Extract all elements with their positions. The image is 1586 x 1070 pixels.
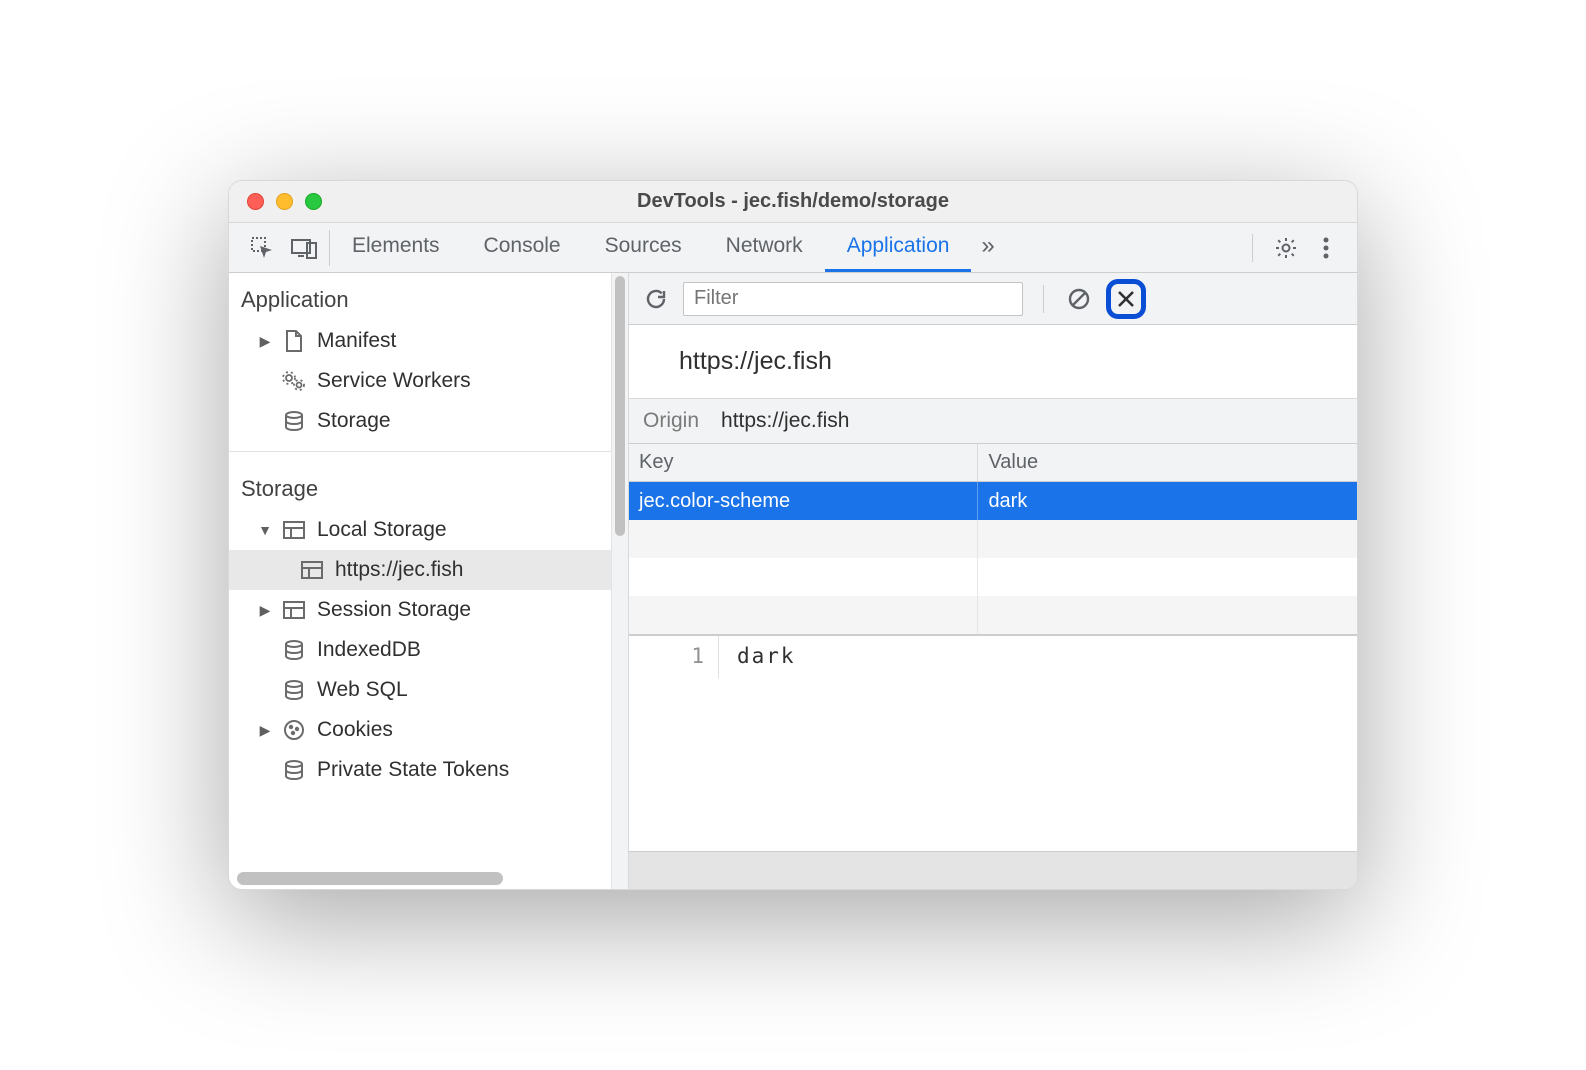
tab-console[interactable]: Console <box>462 223 583 272</box>
main-panel: https://jec.fish Origin https://jec.fish… <box>629 273 1357 889</box>
tab-bar: Elements Console Sources Network Applica… <box>229 223 1357 273</box>
database-icon <box>281 679 307 701</box>
table-row-empty[interactable] <box>629 520 1357 558</box>
panel-body: Application ▶ Manifest <box>229 273 1357 889</box>
value-preview: 1 dark <box>629 635 1357 889</box>
sidebar-item-cookies[interactable]: ▶ Cookies <box>229 710 611 750</box>
sidebar: Application ▶ Manifest <box>229 273 629 889</box>
line-number: 1 <box>629 636 719 678</box>
sidebar-item-websql[interactable]: Web SQL <box>229 670 611 710</box>
vertical-scrollbar[interactable] <box>611 273 628 889</box>
origin-row: Origin https://jec.fish <box>629 399 1357 444</box>
kebab-menu-icon[interactable] <box>1311 233 1341 263</box>
clear-all-icon[interactable] <box>1064 284 1094 314</box>
devtools-window: DevTools - jec.fish/demo/storage Element… <box>228 180 1358 890</box>
database-icon <box>281 759 307 781</box>
chevron-right-icon: ▶ <box>259 333 271 350</box>
tab-network[interactable]: Network <box>704 223 825 272</box>
origin-header: https://jec.fish <box>629 325 1357 399</box>
separator <box>229 451 611 452</box>
table-icon <box>281 520 307 540</box>
sidebar-item-label: IndexedDB <box>317 638 421 662</box>
gears-icon <box>281 370 307 392</box>
chevron-right-icon: ▶ <box>259 602 271 619</box>
preview-text: dark <box>719 636 814 678</box>
delete-selected-highlight <box>1106 279 1146 319</box>
panel-tabs: Elements Console Sources Network Applica… <box>330 223 1005 272</box>
sidebar-item-label: Storage <box>317 409 391 433</box>
table-icon <box>281 600 307 620</box>
horizontal-scrollbar[interactable] <box>237 872 591 885</box>
database-icon <box>281 639 307 661</box>
inspect-element-icon[interactable] <box>247 233 277 263</box>
table-row[interactable]: jec.color-scheme dark <box>629 482 1357 520</box>
sidebar-item-service-workers[interactable]: Service Workers <box>229 361 611 401</box>
window-title: DevTools - jec.fish/demo/storage <box>229 190 1357 213</box>
cell-value: dark <box>978 482 1357 520</box>
gear-icon[interactable] <box>1271 233 1301 263</box>
column-key[interactable]: Key <box>629 444 978 481</box>
table-row-empty[interactable] <box>629 558 1357 596</box>
table-header: Key Value <box>629 444 1357 482</box>
sidebar-item-label: Local Storage <box>317 518 447 542</box>
separator <box>1043 285 1044 313</box>
zoom-window-button[interactable] <box>305 193 322 210</box>
sidebar-item-label: Cookies <box>317 718 393 742</box>
separator <box>1252 234 1253 262</box>
tabs-overflow-icon[interactable]: » <box>971 223 1004 272</box>
close-window-button[interactable] <box>247 193 264 210</box>
sidebar-item-storage[interactable]: Storage <box>229 401 611 441</box>
window-controls <box>229 193 322 210</box>
storage-toolbar <box>629 273 1357 325</box>
sidebar-item-private-state-tokens[interactable]: Private State Tokens <box>229 750 611 790</box>
chevron-right-icon: ▶ <box>259 722 271 739</box>
tab-elements[interactable]: Elements <box>330 223 462 272</box>
delete-selected-icon[interactable] <box>1113 286 1139 312</box>
sidebar-item-label: https://jec.fish <box>335 558 463 582</box>
chevron-down-icon: ▼ <box>259 522 271 538</box>
sidebar-group-application: Application <box>229 273 611 321</box>
filter-input[interactable] <box>683 282 1023 316</box>
cell-key: jec.color-scheme <box>629 482 978 520</box>
sidebar-group-storage: Storage <box>229 462 611 510</box>
storage-table: Key Value jec.color-scheme dark <box>629 444 1357 635</box>
file-icon <box>281 329 307 353</box>
sidebar-item-manifest[interactable]: ▶ Manifest <box>229 321 611 361</box>
column-value[interactable]: Value <box>978 444 1357 481</box>
minimize-window-button[interactable] <box>276 193 293 210</box>
sidebar-item-label: Manifest <box>317 329 396 353</box>
cookie-icon <box>281 719 307 741</box>
sidebar-item-local-storage[interactable]: ▼ Local Storage <box>229 510 611 550</box>
origin-value: https://jec.fish <box>721 409 849 433</box>
sidebar-item-local-storage-origin[interactable]: https://jec.fish <box>229 550 611 590</box>
refresh-icon[interactable] <box>641 284 671 314</box>
sidebar-item-label: Session Storage <box>317 598 471 622</box>
sidebar-item-label: Service Workers <box>317 369 471 393</box>
database-icon <box>281 410 307 432</box>
tab-sources[interactable]: Sources <box>583 223 704 272</box>
table-icon <box>299 560 325 580</box>
preview-footer <box>629 851 1357 889</box>
sidebar-item-session-storage[interactable]: ▶ Session Storage <box>229 590 611 630</box>
device-toolbar-icon[interactable] <box>289 233 319 263</box>
sidebar-item-label: Private State Tokens <box>317 758 509 782</box>
origin-label: Origin <box>643 409 699 433</box>
sidebar-item-indexeddb[interactable]: IndexedDB <box>229 630 611 670</box>
titlebar: DevTools - jec.fish/demo/storage <box>229 181 1357 223</box>
tab-application[interactable]: Application <box>825 223 972 272</box>
table-row-empty[interactable] <box>629 596 1357 634</box>
sidebar-item-label: Web SQL <box>317 678 408 702</box>
